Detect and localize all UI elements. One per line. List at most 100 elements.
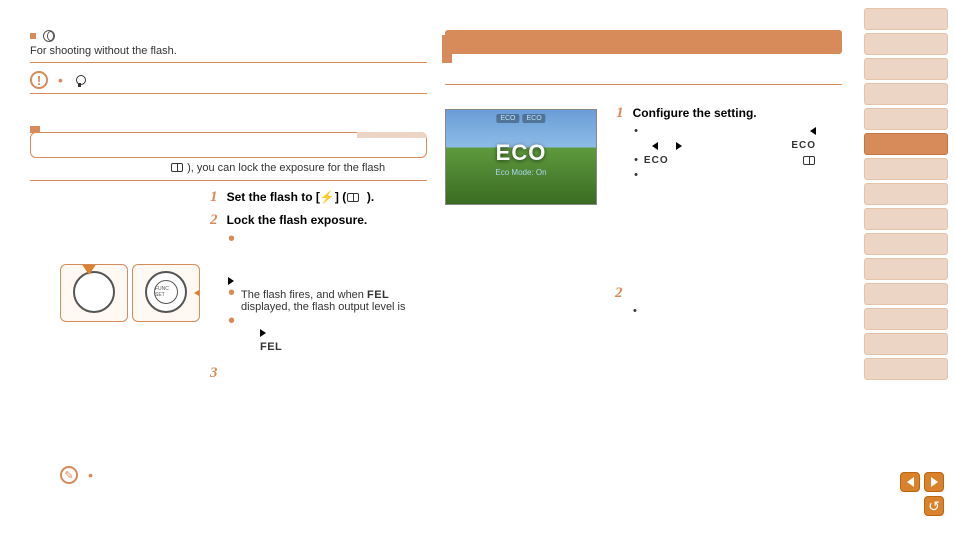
eco-steps: 1 Configure the setting. • ECO [616,105,816,184]
square-bullet-icon [30,33,36,39]
bullet-line: • ECO [634,154,816,166]
flash-fires-text: The flash fires, and when [241,289,364,301]
section-corner [357,132,427,138]
left-arrow-icon [810,127,816,135]
sidebar-tab[interactable] [864,108,948,130]
arrow-down-icon [81,264,97,275]
caution-icon: ! [30,71,48,89]
bullet-icon: • [634,154,638,166]
step-number: 3 [210,365,218,381]
page-ref-icon [347,193,359,202]
bullet-line: • [634,169,816,181]
divider [445,84,842,85]
right-column: ECO ECO ECO Eco Mode: On 1 Configure the… [445,30,860,534]
step-1-row: 1 Configure the setting. [616,105,816,122]
deactivating-text: For shooting without the flash. [30,44,427,58]
sidebar-tab[interactable] [864,183,948,205]
bullet-line: • [228,317,427,325]
page-ref-icon [171,163,183,172]
sidebar-tab[interactable] [864,308,948,330]
fe-lock-section-box [30,132,427,158]
sidebar-tab[interactable] [864,233,948,255]
bullet-icon: • [633,305,637,317]
sidebar-tab-active[interactable] [864,133,948,155]
step-1-row: 1 Set the flash to [⚡] ( ). [210,189,427,206]
eco-big-label: ECO [446,140,596,166]
chevron-left-icon [907,477,914,487]
bullet-line: • [633,305,842,317]
step-number: 1 [210,189,218,205]
fel-label: FEL [260,341,427,353]
fe-lead-text: ), you can lock the exposure for the fla… [30,162,427,174]
sidebar-tab[interactable] [864,58,948,80]
steps-left: 1 Set the flash to [⚡] ( ). 2 Lock the f… [210,189,427,382]
bullet-icon: • [88,471,93,479]
bullet-icon: • [228,317,235,325]
next-page-button[interactable] [924,472,944,492]
step-2-right: 2 • [615,285,842,317]
step-2-heading: Lock the flash exposure. [227,213,368,227]
sidebar-tab[interactable] [864,358,948,380]
camera-illustration-row: FUNC SET [60,264,200,322]
prev-page-button[interactable] [900,472,920,492]
dial-illustration: FUNC SET [132,264,200,322]
sidebar-tab[interactable] [864,208,948,230]
sidebar-tab[interactable] [864,33,948,55]
divider [30,62,427,63]
page-ref-icon [803,156,815,165]
eco-text-label: ECO [644,155,669,166]
sidebar-tabs [864,8,948,380]
sidebar-tab[interactable] [864,283,948,305]
flash-fires-tail: displayed, the flash output level is [241,301,406,313]
sidebar-tab[interactable] [864,333,948,355]
eco-sub-label: Eco Mode: On [446,168,596,177]
note-row: ✎ • [60,466,93,484]
bullet-icon: • [228,235,235,243]
fe-lead-tail: ), you can lock the exposure for the fla… [187,162,385,174]
sidebar-tab[interactable] [864,83,948,105]
divider [30,180,427,181]
step-number: 2 [615,285,623,301]
eco-badge: ECO [523,114,546,123]
right-arrow-icon [676,142,682,150]
bullet-line: • [634,125,816,137]
pencil-icon: ✎ [60,466,78,484]
page-nav [900,472,944,516]
section-tab-icon [30,126,40,133]
bullet-line [260,329,427,337]
bullet-line: • [228,235,427,243]
deactivating-heading-row [30,30,427,42]
flash-fires-line: • The flash fires, and when FEL displaye… [228,289,427,313]
right-arrow-icon [260,329,266,337]
step-1-heading: Set the flash to [⚡] ( ). [227,190,375,204]
sidebar-tab[interactable] [864,8,948,30]
shutter-illustration [60,264,128,322]
left-arrow-icon [652,142,658,150]
divider [30,93,427,94]
eco-text-label: ECO [791,140,816,151]
bullet-icon: • [634,169,638,181]
return-button[interactable] [924,496,944,516]
caution-row: ! • [30,71,427,89]
bullet-line: ECO [634,140,816,151]
sidebar-tab[interactable] [864,258,948,280]
flash-off-icon [43,30,55,42]
arrow-right-icon [194,287,200,299]
camera-shake-icon [73,74,87,86]
chevron-right-icon [931,477,938,487]
eco-row: ECO ECO ECO Eco Mode: On 1 Configure the… [445,91,842,205]
bullet-icon: • [634,125,638,137]
bullet-icon: • [58,76,63,84]
eco-badge: ECO [496,114,519,123]
left-column: For shooting without the flash. ! • ), y… [30,30,445,534]
eco-section-bar [445,30,842,54]
step-number: 2 [210,212,218,228]
fel-inline-label: FEL [367,289,389,301]
configure-heading: Configure the setting. [633,106,757,120]
step-3-row: 3 [210,365,427,382]
step-number: 1 [616,105,624,121]
sidebar-tab[interactable] [864,158,948,180]
eco-screenshot: ECO ECO ECO Eco Mode: On [445,109,597,205]
step-2-row: 2 Lock the flash exposure. [210,212,427,229]
bullet-line [228,277,427,285]
